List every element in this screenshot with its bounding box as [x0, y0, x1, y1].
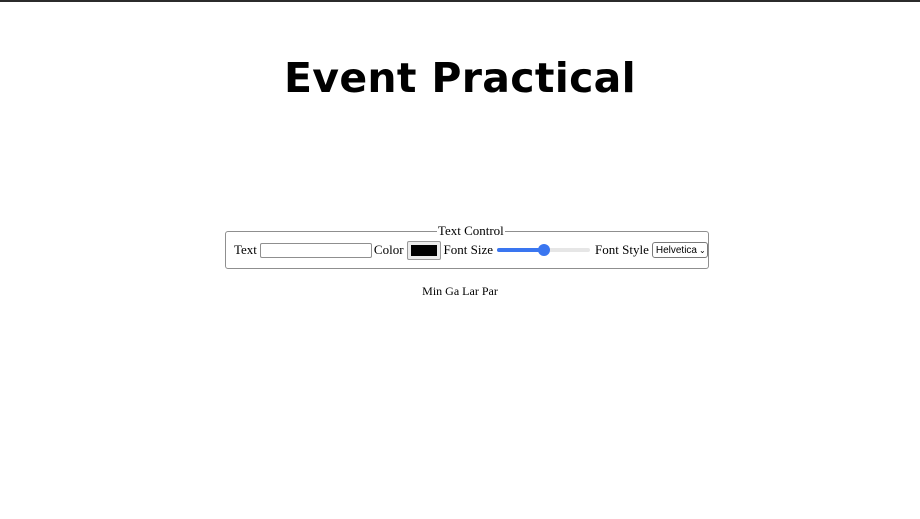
text-control-fieldset: Text Control Text Color Font Size Font S… — [225, 224, 709, 269]
page-title: Event Practical — [283, 54, 637, 102]
color-picker[interactable] — [406, 240, 441, 260]
text-label: Text — [234, 242, 257, 257]
fieldset-legend: Text Control — [437, 223, 504, 238]
chevron-down-icon: ⌄ — [699, 245, 706, 255]
output-text: Min Ga Lar Par — [422, 284, 498, 298]
font-size-label: Font Size — [443, 242, 494, 257]
font-style-selected: Helvetica — [655, 244, 697, 256]
font-style-select[interactable]: Helvetica ⌄ — [651, 242, 708, 258]
top-border — [0, 0, 920, 2]
font-style-label: Font Style — [595, 242, 649, 257]
font-size-slider[interactable] — [497, 244, 591, 256]
text-input[interactable] — [259, 242, 372, 258]
controls-row: Text Color Font Size Font Style Helvetic… — [234, 238, 708, 262]
color-label: Color — [373, 242, 404, 257]
slider-thumb[interactable] — [537, 244, 550, 256]
slider-fill — [497, 248, 544, 252]
color-swatch — [410, 244, 437, 256]
